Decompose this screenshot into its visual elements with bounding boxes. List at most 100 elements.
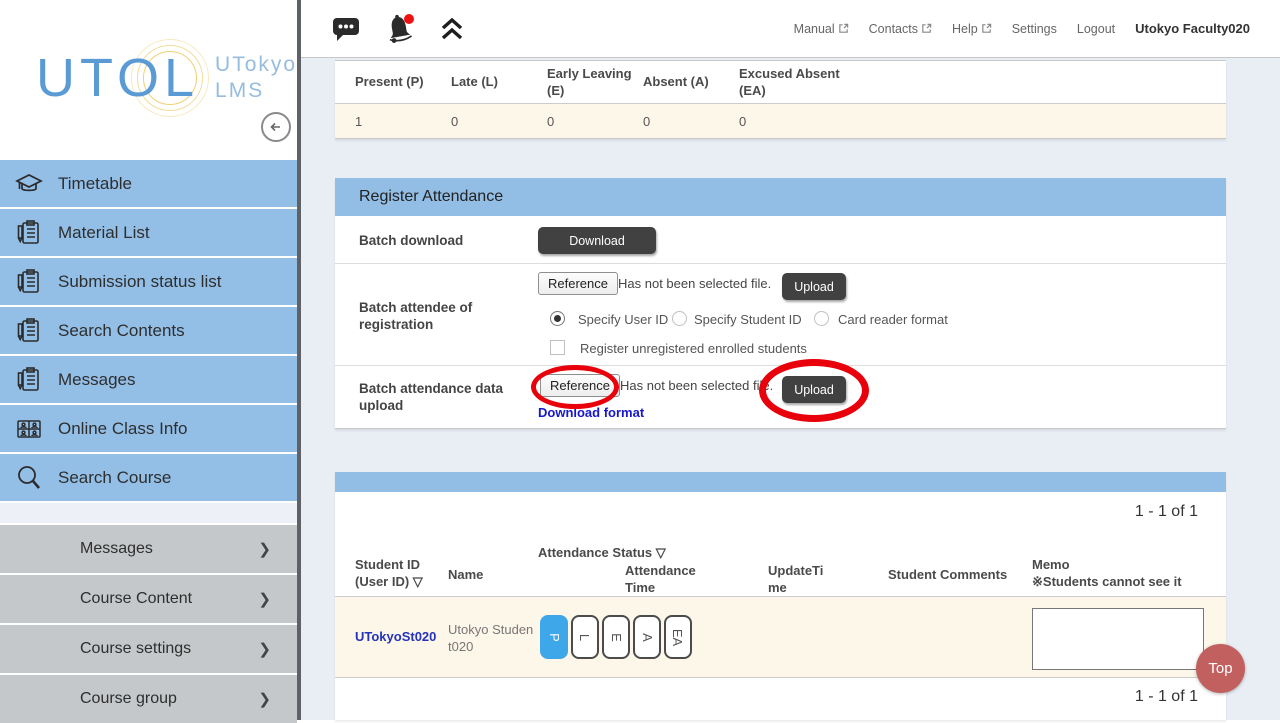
sidebar: UTOL UTokyo LMS Timetable Material L [0, 0, 297, 720]
status-button-excused-absent[interactable]: EA [664, 615, 692, 659]
column-header-attendance-time: AttendanceTime [625, 562, 697, 596]
external-link-icon [981, 23, 992, 34]
logo-area: UTOL UTokyo LMS [0, 0, 297, 160]
download-button[interactable]: Download [538, 227, 656, 254]
column-header-student-id[interactable]: Student ID (User ID) ▽ [355, 556, 423, 590]
summary-header-row: Present (P) Late (L) Early Leaving (E) A… [335, 61, 1226, 104]
settings-link[interactable]: Settings [1012, 22, 1057, 36]
notifications-bell-icon[interactable] [383, 12, 417, 46]
document-list-icon [0, 267, 58, 297]
radio-label: Specify Student ID [694, 312, 802, 327]
graduation-cap-icon [0, 170, 58, 198]
sidebar-item-label: Submission status list [58, 272, 221, 292]
column-header-student-comments: Student Comments [888, 566, 1007, 583]
sidebar-item-search-course[interactable]: Search Course [0, 454, 297, 501]
status-button-early-leaving[interactable]: E [602, 615, 630, 659]
sidebar-item-label: Material List [58, 223, 150, 243]
upload-button[interactable]: Upload [782, 273, 846, 300]
checkbox-label: Register unregistered enrolled students [580, 341, 807, 356]
summary-value: 0 [643, 104, 735, 138]
sidebar-item-submission-status-list[interactable]: Submission status list [0, 258, 297, 305]
status-button-late[interactable]: L [571, 615, 599, 659]
sidebar-group-course-group[interactable]: Course group ❯ [0, 675, 297, 723]
sidebar-item-search-contents[interactable]: Search Contents [0, 307, 297, 354]
column-header: Early Leaving (E) [547, 61, 639, 104]
radio-specify-user-id[interactable] [550, 311, 565, 326]
sidebar-group-course-content[interactable]: Course Content ❯ [0, 575, 297, 623]
status-button-present[interactable]: P [540, 615, 568, 659]
upload-button[interactable]: Upload [782, 376, 846, 403]
sidebar-group-label: Course Content [80, 590, 192, 608]
chevron-right-icon: ❯ [258, 690, 271, 708]
collapse-up-icon[interactable] [439, 16, 465, 42]
status-button-absent[interactable]: A [633, 615, 661, 659]
sidebar-item-label: Timetable [58, 174, 132, 194]
register-attendance-section: Register Attendance Batch download Downl… [335, 178, 1226, 429]
topbar-icons [331, 12, 465, 46]
student-id-link[interactable]: UTokyoSt020 [355, 629, 436, 644]
download-format-link[interactable]: Download format [538, 405, 644, 420]
sidebar-item-material-list[interactable]: Material List [0, 209, 297, 256]
table-header-bar [335, 472, 1226, 492]
chevron-right-icon: ❯ [258, 590, 271, 608]
scroll-to-top-button[interactable]: Top [1196, 644, 1245, 693]
summary-value-row: 1 0 0 0 0 [335, 104, 1226, 138]
sidebar-group-messages[interactable]: Messages ❯ [0, 525, 297, 573]
radio-card-reader[interactable] [814, 311, 829, 326]
sidebar-spacer [0, 503, 297, 523]
radio-label: Card reader format [838, 312, 948, 327]
attendance-status-buttons: P L E A EA [540, 615, 692, 659]
reference-button[interactable]: Reference [538, 272, 618, 295]
main-area: Manual Contacts Help Settings Logout Uto… [301, 0, 1280, 720]
contacts-link[interactable]: Contacts [869, 22, 932, 36]
no-file-text: Has not been selected file. [620, 378, 773, 393]
messages-icon[interactable] [331, 15, 361, 43]
student-row: UTokyoSt020 Utokyo Student020 P L E A EA [335, 597, 1226, 678]
sidebar-collapse-button[interactable] [261, 112, 291, 142]
memo-textarea[interactable] [1032, 608, 1204, 670]
pagination: 1 - 1 of 1 [1135, 503, 1198, 521]
search-icon [0, 463, 58, 493]
sidebar-item-online-class-info[interactable]: Online Class Info [0, 405, 297, 452]
sidebar-group-course-settings[interactable]: Course settings ❯ [0, 625, 297, 673]
section-title: Register Attendance [335, 178, 1226, 216]
page-content: Present (P) Late (L) Early Leaving (E) A… [301, 58, 1280, 720]
arrow-left-icon [268, 119, 284, 135]
topbar: Manual Contacts Help Settings Logout Uto… [301, 0, 1280, 58]
document-list-icon [0, 218, 58, 248]
sidebar-group-label: Course group [80, 690, 177, 708]
topbar-links: Manual Contacts Help Settings Logout Uto… [794, 21, 1250, 36]
chevron-right-icon: ❯ [258, 540, 271, 558]
reference-button[interactable]: Reference [540, 374, 620, 397]
summary-value: 1 [355, 104, 447, 138]
summary-value: 0 [547, 104, 639, 138]
students-header-row: Student ID (User ID) ▽ Name Attendance S… [335, 538, 1226, 597]
batch-download-row: Batch download Download [335, 216, 1226, 264]
document-list-icon [0, 365, 58, 395]
sidebar-group-label: Messages [80, 540, 153, 558]
sidebar-item-label: Search Contents [58, 321, 185, 341]
summary-value: 0 [739, 104, 849, 138]
help-link[interactable]: Help [952, 22, 992, 36]
sidebar-group-label: Course settings [80, 640, 191, 658]
column-header-attendance-status[interactable]: Attendance Status ▽ [538, 544, 666, 561]
sidebar-item-timetable[interactable]: Timetable [0, 160, 297, 207]
radio-specify-student-id[interactable] [672, 311, 687, 326]
sidebar-item-label: Online Class Info [58, 419, 187, 439]
row-label: Batch attendee of registration [359, 299, 519, 333]
radio-label: Specify User ID [578, 312, 668, 327]
manual-link[interactable]: Manual [794, 22, 849, 36]
column-header: Late (L) [451, 61, 543, 104]
sidebar-item-messages[interactable]: Messages [0, 356, 297, 403]
utol-logo: UTOL UTokyo LMS [36, 42, 297, 114]
register-unregistered-checkbox[interactable] [550, 340, 565, 355]
students-table-section: 1 - 1 of 1 Student ID (User ID) ▽ Name A… [335, 472, 1226, 720]
logout-link[interactable]: Logout [1077, 22, 1115, 36]
row-label: Batch attendance data upload [359, 380, 519, 414]
sidebar-item-label: Search Course [58, 468, 171, 488]
notification-badge [404, 14, 414, 24]
sidebar-item-label: Messages [58, 370, 135, 390]
logo-text: UTOL [36, 42, 199, 114]
summary-value: 0 [451, 104, 543, 138]
chevron-right-icon: ❯ [258, 640, 271, 658]
